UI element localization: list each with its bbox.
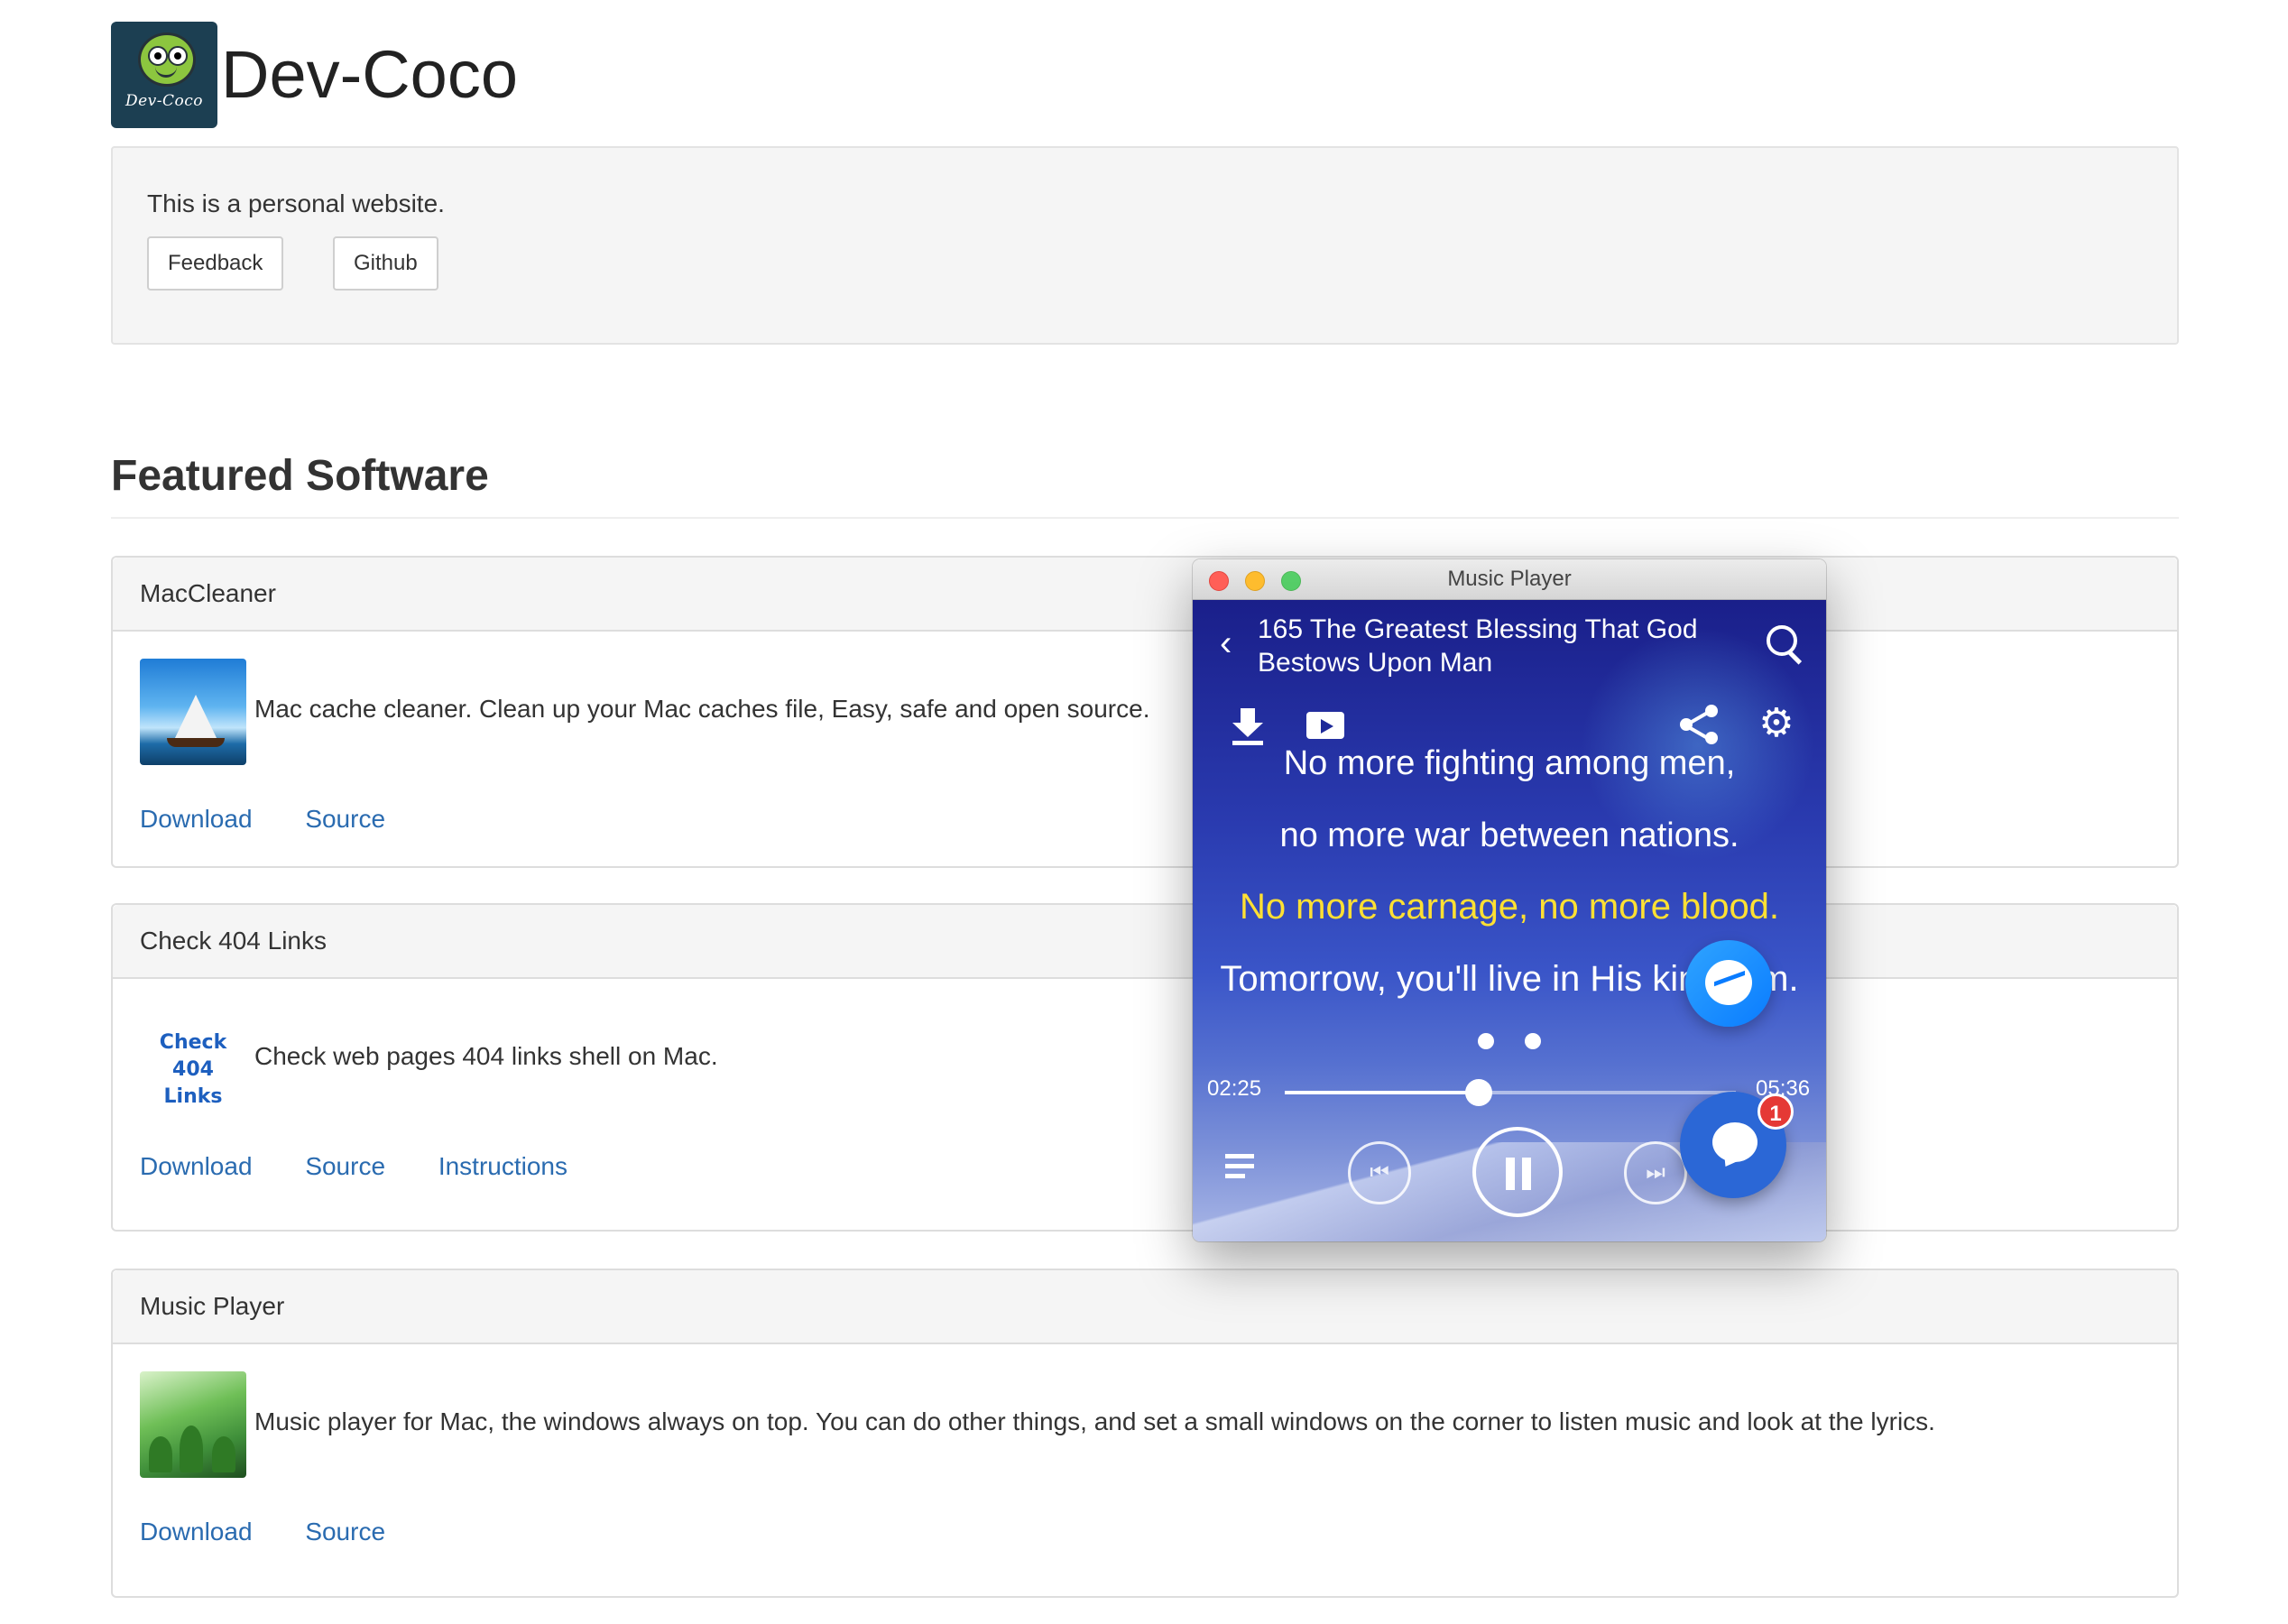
elapsed-time: 02:25 [1207,1076,1262,1101]
zoom-window-button[interactable] [1281,571,1301,591]
panel-heading: Music Player [113,1270,2177,1344]
share-icon[interactable] [1680,705,1720,744]
download-link[interactable]: Download [140,805,253,833]
site-title: Dev-Coco [221,37,518,112]
panel-heading: MacCleaner [113,558,2177,632]
section-title: Featured Software [111,452,489,500]
lyric-line-current: No more carnage, no more blood. [1239,887,1780,927]
panel-links: Download Source [140,1518,431,1546]
progress-slider[interactable] [1285,1079,1736,1106]
search-icon[interactable] [1767,625,1797,656]
source-link[interactable]: Source [305,805,385,833]
site-logo[interactable]: Dev-Coco [111,22,217,128]
progress-knob[interactable] [1465,1079,1492,1106]
unread-badge: 1 [1758,1093,1794,1130]
frog-mascot-icon [138,32,196,87]
panel-description: Music player for Mac, the windows always… [254,1407,1935,1435]
lyric-line: no more war between nations. [1279,817,1739,854]
panel-links: Download Source Instructions [140,1152,614,1181]
music-player-thumbnail [140,1371,246,1478]
song-title: 165 The Greatest Blessing That God Besto… [1258,614,1698,678]
previous-icon: ⏮ [1370,1160,1389,1185]
close-window-button[interactable] [1209,571,1229,591]
gear-icon[interactable]: ⚙ [1758,704,1795,743]
panel-description: Mac cache cleaner. Clean up your Mac cac… [254,695,1150,723]
download-icon[interactable] [1232,708,1263,745]
window-title: Music Player [1447,567,1572,591]
page-indicator-dot[interactable] [1478,1033,1494,1049]
panel-description: Check web pages 404 links shell on Mac. [254,1042,718,1070]
playlist-icon[interactable] [1225,1154,1259,1185]
next-button[interactable]: ⏭ [1624,1141,1687,1204]
pause-button[interactable] [1472,1127,1563,1217]
previous-button[interactable]: ⏮ [1348,1141,1411,1204]
maccleaner-thumbnail [140,659,246,765]
section-divider [111,517,2179,519]
site-header: Dev-Coco Dev-Coco [111,22,518,128]
back-icon[interactable]: ‹ [1220,625,1232,661]
lyric-line: No more fighting among men, [1283,744,1736,782]
window-titlebar[interactable]: Music Player [1193,559,1826,600]
thumb-text-line: Check [159,1031,227,1054]
messenger-chat-button[interactable] [1685,940,1772,1027]
source-link[interactable]: Source [305,1152,385,1180]
download-link[interactable]: Download [140,1152,253,1180]
page-indicator-dot[interactable] [1525,1033,1541,1049]
panel-check-404-links: Check 404 Links Check 404 Links Check we… [111,903,2179,1232]
progress-fill [1285,1091,1479,1094]
panel-music-player: Music Player Music player for Mac, the w… [111,1269,2179,1598]
panel-links: Download Source [140,805,431,834]
logo-text: Dev-Coco [125,92,204,110]
chat-bubble-icon [1712,1122,1758,1162]
next-icon: ⏭ [1646,1160,1665,1185]
feedback-button[interactable]: Feedback [147,236,284,291]
minimize-window-button[interactable] [1245,571,1265,591]
video-icon[interactable] [1306,712,1344,739]
instructions-link[interactable]: Instructions [438,1152,567,1180]
intro-box: This is a personal website. Feedback Git… [111,146,2179,345]
panel-heading: Check 404 Links [113,905,2177,979]
github-button[interactable]: Github [333,236,438,291]
panel-maccleaner: MacCleaner Mac cache cleaner. Clean up y… [111,556,2179,868]
thumb-text-line: 404 Links [163,1058,223,1108]
intro-text: This is a personal website. [147,189,445,217]
check-404-thumbnail: Check 404 Links [140,1006,246,1112]
download-link[interactable]: Download [140,1518,253,1546]
source-link[interactable]: Source [305,1518,385,1546]
